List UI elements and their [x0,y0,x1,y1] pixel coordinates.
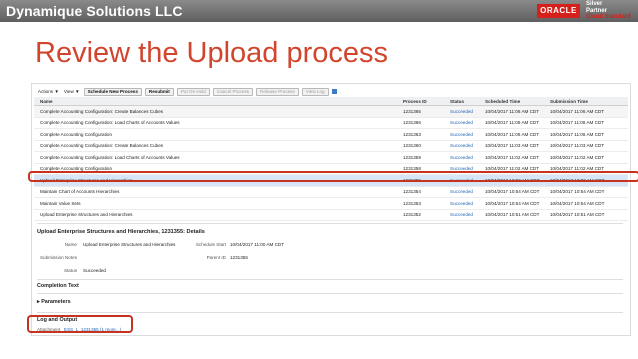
cell-name: Maintain Value Sets [40,200,81,206]
cell-submission-time: 10/04/2017 11:02 AM CDT [550,154,605,160]
name-value: Upload Enterprise Structures and Hierarc… [83,242,176,247]
table-row[interactable]: Complete Accounting Configuration: Load … [34,152,628,164]
status-value: Succeeded [83,268,106,273]
cell-status[interactable]: Succeeded [450,120,485,125]
table-row[interactable]: Complete Accounting Configuration 1231363… [34,129,628,141]
cell-status[interactable]: Succeeded [450,201,485,206]
toolbar: Actions ▼ View ▼ Schedule New Process Re… [37,87,337,96]
completion-text-header: Completion Text [37,283,79,289]
cell-submission-time: 10/04/2017 10:51 AM CDT [550,212,605,218]
cell-process-id: 1231352 [403,212,421,218]
parent-id-label: Parent ID [206,255,226,260]
cell-status[interactable]: Succeeded [450,109,485,114]
divider [37,293,623,294]
cell-submission-time: 10/04/2017 11:06 AM CDT [550,108,605,114]
table-row[interactable]: Complete Accounting Configuration: Load … [34,118,628,129]
cell-scheduled-time: 10/04/2017 11:03 AM CDT [485,143,540,149]
cell-scheduled-time: 10/04/2017 11:06 AM CDT [485,120,540,126]
submission-notes-label: Submission Notes [39,255,77,260]
cell-name: Upload Enterprise Structures and Hierarc… [40,212,133,218]
schedule-new-process-button[interactable]: Schedule New Process [83,87,142,96]
slide-title: Review the Upload process [35,37,389,69]
view-menu[interactable]: View ▼ [63,89,81,94]
parameters-toggle[interactable]: ▸ Parameters [37,299,71,305]
cell-scheduled-time: 10/04/2017 10:51 AM CDT [485,212,540,218]
cell-name: Complete Accounting Configuration: Load … [40,120,180,126]
table-row[interactable]: Maintain Chart of Accounts Hierarchies 12… [34,187,628,198]
parent-id-value: 1231355 [230,255,248,260]
process-monitor-panel: Actions ▼ View ▼ Schedule New Process Re… [31,83,631,336]
table-row[interactable]: Maintain Value Sets 1231353 Succeeded 10/04… [34,198,628,210]
actions-menu[interactable]: Actions ▼ [37,89,60,94]
cell-status[interactable]: Succeeded [450,212,485,217]
cell-process-id: 1231359 [403,154,421,160]
cell-scheduled-time: 10/04/2017 11:06 AM CDT [485,108,540,114]
highlight-log-output [27,315,133,333]
cell-process-id: 1231354 [403,189,421,195]
cell-process-id: 1231360 [403,143,421,149]
highlight-selected-row [28,171,638,182]
cell-process-id: 1231353 [403,200,421,206]
column-header-submission-time[interactable]: Submission Time [550,99,628,104]
cell-scheduled-time: 10/04/2017 10:54 AM CDT [485,189,540,195]
status-label: Status [63,268,77,273]
cell-status[interactable]: Succeeded [450,155,485,160]
schedule-start-value: 10/04/2017 11:00 AM CDT [230,242,285,247]
partner-badge: Silver Partner Cloud Standard [586,1,631,21]
cell-process-id: 1231365 [403,108,421,114]
column-header-status[interactable]: Status [450,99,485,104]
resubmit-button[interactable]: Resubmit [144,87,174,96]
table-header: Name Process ID Status Scheduled Time Su… [34,97,628,106]
badge-line: Cloud Standard [586,14,631,20]
column-header-process-id[interactable]: Process ID [403,99,450,104]
cancel-process-button[interactable]: Cancel Process [212,87,254,96]
cell-name: Complete Accounting Configuration [40,131,113,137]
cell-submission-time: 10/04/2017 10:54 AM CDT [550,200,605,206]
cell-submission-time: 10/04/2017 11:06 AM CDT [550,131,605,137]
cell-name: Complete Accounting Configuration: Load … [40,154,180,160]
company-name: Dynamique Solutions LLC [6,3,183,19]
oracle-logo: ORACLE [537,4,580,18]
refresh-icon[interactable] [331,89,337,94]
cell-process-id: 1231363 [403,131,421,137]
cell-scheduled-time: 10/04/2017 11:06 AM CDT [485,131,540,137]
table-row[interactable]: Upload Enterprise Structures and Hierarc… [34,210,628,221]
divider [37,312,623,313]
cell-name: Complete Accounting Configuration: Creat… [40,143,164,149]
cell-submission-time: 10/04/2017 11:06 AM CDT [550,120,605,126]
cell-process-id: 1231366 [403,120,421,126]
name-label: Name [64,242,77,247]
divider [37,279,623,280]
schedule-start-label: Schedule Start [195,242,226,247]
cell-status[interactable]: Succeeded [450,132,485,137]
process-table: Name Process ID Status Scheduled Time Su… [34,97,628,221]
divider [37,223,623,224]
cell-status[interactable]: Succeeded [450,143,485,148]
put-on-hold-button[interactable]: Put On Hold [176,87,210,96]
table-row[interactable]: Complete Accounting Configuration: Creat… [34,141,628,152]
cell-scheduled-time: 10/04/2017 10:54 AM CDT [485,200,540,206]
cell-status[interactable]: Succeeded [450,189,485,194]
cell-submission-time: 10/04/2017 11:03 AM CDT [550,143,605,149]
cell-scheduled-time: 10/04/2017 11:02 AM CDT [485,154,540,160]
cell-submission-time: 10/04/2017 10:54 AM CDT [550,189,605,195]
cell-name: Maintain Chart of Accounts Hierarchies [40,189,120,195]
release-process-button[interactable]: Release Process [256,87,299,96]
cell-name: Complete Accounting Configuration: Creat… [40,108,164,114]
table-row[interactable]: Complete Accounting Configuration: Creat… [34,106,628,118]
column-header-scheduled-time[interactable]: Scheduled Time [485,99,550,104]
view-log-button[interactable]: View Log [301,87,329,96]
top-banner: Dynamique Solutions LLC ORACLE Silver Pa… [0,0,638,22]
details-title: Upload Enterprise Structures and Hierarc… [37,229,205,235]
column-header-name[interactable]: Name [34,99,403,104]
